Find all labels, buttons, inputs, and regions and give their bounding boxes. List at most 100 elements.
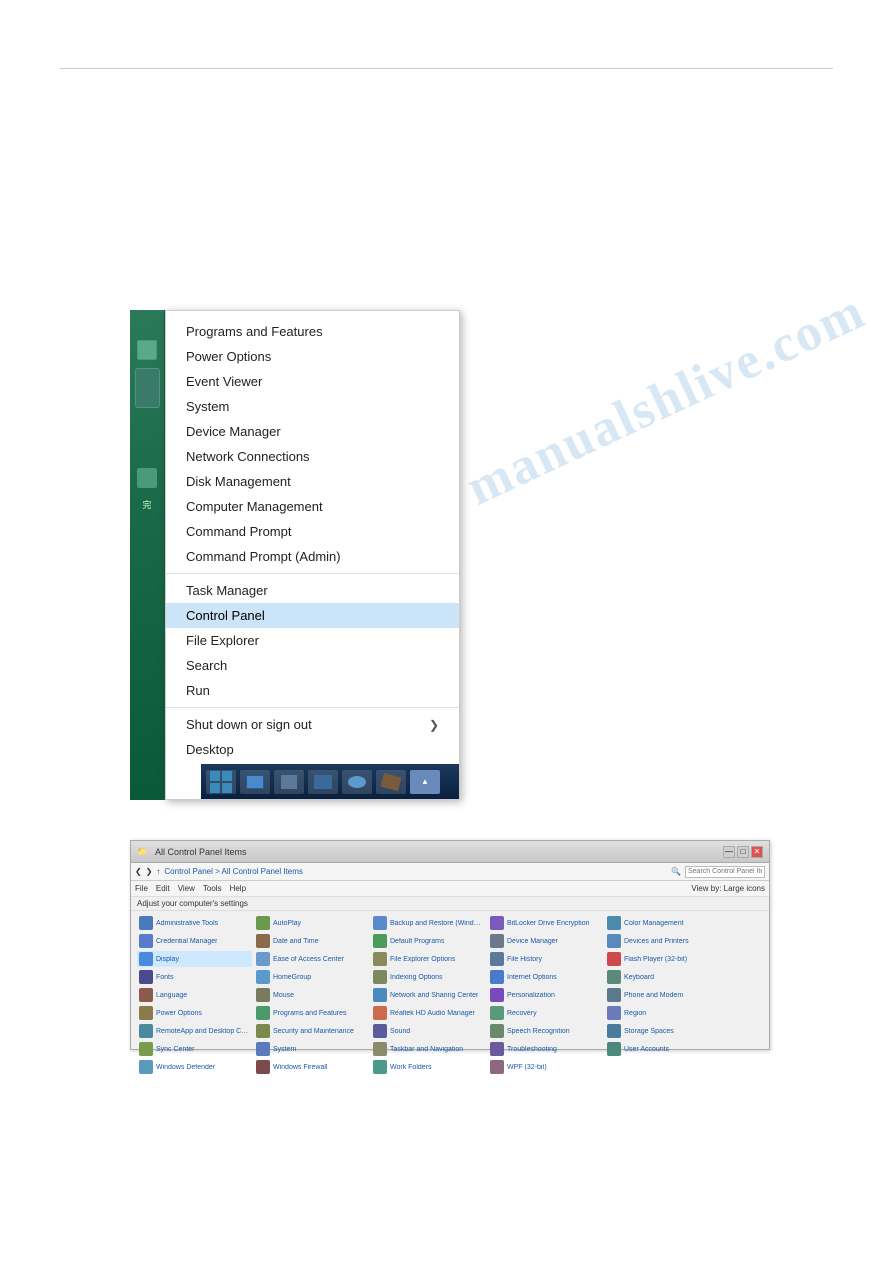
cp-item-windows-firewall[interactable]: Windows Firewall — [254, 1059, 369, 1075]
cp-item-storage-spaces[interactable]: Storage Spaces — [605, 1023, 720, 1039]
language-icon — [139, 988, 153, 1002]
cp-item-language[interactable]: Language — [137, 987, 252, 1003]
wpf-label: WPF (32-bit) — [507, 1064, 547, 1071]
cp-item-personalization[interactable]: Personalization — [488, 987, 603, 1003]
cp-item-display[interactable]: Display — [137, 951, 252, 967]
menu-help[interactable]: Help — [230, 884, 246, 893]
cp-item-region[interactable]: Region — [605, 1005, 720, 1021]
cp-item-network-sharing[interactable]: Network and Sharing Center — [371, 987, 486, 1003]
cp-item-recovery[interactable]: Recovery — [488, 1005, 603, 1021]
internet-opts-label: Internet Options — [507, 974, 557, 981]
menu-item-command-prompt-admin[interactable]: Command Prompt (Admin) — [166, 544, 459, 569]
display-icon — [139, 952, 153, 966]
menu-item-run[interactable]: Run — [166, 678, 459, 703]
menu-view[interactable]: View — [178, 884, 195, 893]
cp-item-windows-defender[interactable]: Windows Defender — [137, 1059, 252, 1075]
taskbar-item-2[interactable] — [274, 770, 304, 794]
cp-item-speech[interactable]: Speech Recognition — [488, 1023, 603, 1039]
menu-item-system[interactable]: System — [166, 394, 459, 419]
menu-item-event-viewer[interactable]: Event Viewer — [166, 369, 459, 394]
taskbar-item-5[interactable] — [376, 770, 406, 794]
realtek-icon — [373, 1006, 387, 1020]
mouse-label: Mouse — [273, 992, 294, 999]
taskbar-item-6[interactable]: ▲ — [410, 770, 440, 794]
cp-item-flash-player[interactable]: Flash Player (32-bit) — [605, 951, 720, 967]
cp-item-file-history[interactable]: File History — [488, 951, 603, 967]
cp-item-credential[interactable]: Credential Manager — [137, 933, 252, 949]
cp-item-color-mgmt[interactable]: Color Management — [605, 915, 720, 931]
cp-item-system[interactable]: System — [254, 1041, 369, 1057]
menu-edit[interactable]: Edit — [156, 884, 170, 893]
display-label: Display — [156, 956, 179, 963]
cp-item-autoplay[interactable]: AutoPlay — [254, 915, 369, 931]
taskbar-item-1[interactable] — [240, 770, 270, 794]
date-time-icon — [256, 934, 270, 948]
cp-item-devices-printers[interactable]: Devices and Printers — [605, 933, 720, 949]
start-button[interactable] — [206, 770, 236, 794]
cp-item-troubleshoot[interactable]: Troubleshooting — [488, 1041, 603, 1057]
cp-item-remoteapp[interactable]: RemoteApp and Desktop Connections — [137, 1023, 252, 1039]
cp-item-indexing[interactable]: Indexing Options — [371, 969, 486, 985]
cp-item-programs-features[interactable]: Programs and Features — [254, 1005, 369, 1021]
cp-item-power-opts[interactable]: Power Options — [137, 1005, 252, 1021]
menu-item-network-connections[interactable]: Network Connections — [166, 444, 459, 469]
cp-item-mouse[interactable]: Mouse — [254, 987, 369, 1003]
fonts-label: Fonts — [156, 974, 174, 981]
menu-item-device-manager[interactable]: Device Manager — [166, 419, 459, 444]
cp-item-device-manager[interactable]: Device Manager — [488, 933, 603, 949]
close-button[interactable]: ✕ — [751, 846, 763, 858]
menu-item-file-explorer[interactable]: File Explorer — [166, 628, 459, 653]
cp-item-user-accounts[interactable]: User Accounts — [605, 1041, 720, 1057]
cp-item-wpf[interactable]: WPF (32-bit) — [488, 1059, 603, 1075]
cp-item-sound[interactable]: Sound — [371, 1023, 486, 1039]
windows-firewall-icon — [256, 1060, 270, 1074]
cp-item-ease-access[interactable]: Ease of Access Center — [254, 951, 369, 967]
cp-item-date-time[interactable]: Date and Time — [254, 933, 369, 949]
forward-button[interactable]: ❯ — [146, 867, 153, 876]
menu-file[interactable]: File — [135, 884, 148, 893]
cp-search-input[interactable] — [685, 866, 765, 878]
back-button[interactable]: ❮ — [135, 867, 142, 876]
cp-item-security[interactable]: Security and Maintenance — [254, 1023, 369, 1039]
cp-item-homegroup[interactable]: HomeGroup — [254, 969, 369, 985]
cp-item-internet-opts[interactable]: Internet Options — [488, 969, 603, 985]
taskbar-item-3[interactable] — [308, 770, 338, 794]
menu-item-command-prompt[interactable]: Command Prompt — [166, 519, 459, 544]
menu-item-programs-features[interactable]: Programs and Features — [166, 319, 459, 344]
cp-item-file-explorer-opts[interactable]: File Explorer Options — [371, 951, 486, 967]
cp-item-default-programs[interactable]: Default Programs — [371, 933, 486, 949]
up-button[interactable]: ↑ — [156, 867, 160, 876]
minimize-button[interactable]: — — [723, 846, 735, 858]
menu-item-shutdown[interactable]: Shut down or sign out ❯ — [166, 712, 459, 737]
taskbar-item-4[interactable] — [342, 770, 372, 794]
cp-item-keyboard[interactable]: Keyboard — [605, 969, 720, 985]
cp-item-sync[interactable]: Sync Center — [137, 1041, 252, 1057]
bitlocker-label: BitLocker Drive Encryption — [507, 920, 589, 927]
menu-item-desktop[interactable]: Desktop — [166, 737, 459, 762]
menu-item-power-options[interactable]: Power Options — [166, 344, 459, 369]
power-opts-label: Power Options — [156, 1010, 202, 1017]
menu-item-task-manager[interactable]: Task Manager — [166, 578, 459, 603]
mouse-icon — [256, 988, 270, 1002]
cp-item-taskbar-nav[interactable]: Taskbar and Navigation — [371, 1041, 486, 1057]
cp-item-phone-modem[interactable]: Phone and Modem — [605, 987, 720, 1003]
cp-titlebar: 📁 All Control Panel Items — □ ✕ — [131, 841, 769, 863]
cp-item-realtek[interactable]: Realtek HD Audio Manager — [371, 1005, 486, 1021]
menu-tools[interactable]: Tools — [203, 884, 222, 893]
menu-item-disk-management[interactable]: Disk Management — [166, 469, 459, 494]
default-programs-icon — [373, 934, 387, 948]
context-menu-screenshot: 完 Programs and Features Power Options Ev… — [130, 310, 460, 800]
wpf-icon — [490, 1060, 504, 1074]
cp-item-admin-tools[interactable]: Administrative Tools — [137, 915, 252, 931]
sound-label: Sound — [390, 1028, 410, 1035]
cp-item-fonts[interactable]: Fonts — [137, 969, 252, 985]
cp-item-work-folders[interactable]: Work Folders — [371, 1059, 486, 1075]
cp-item-backup[interactable]: Backup and Restore (Windows 7) — [371, 915, 486, 931]
menu-item-control-panel[interactable]: Control Panel — [166, 603, 459, 628]
menu-item-computer-management[interactable]: Computer Management — [166, 494, 459, 519]
default-programs-label: Default Programs — [390, 938, 444, 945]
maximize-button[interactable]: □ — [737, 846, 749, 858]
security-icon — [256, 1024, 270, 1038]
menu-item-search[interactable]: Search — [166, 653, 459, 678]
cp-item-bitlocker[interactable]: BitLocker Drive Encryption — [488, 915, 603, 931]
